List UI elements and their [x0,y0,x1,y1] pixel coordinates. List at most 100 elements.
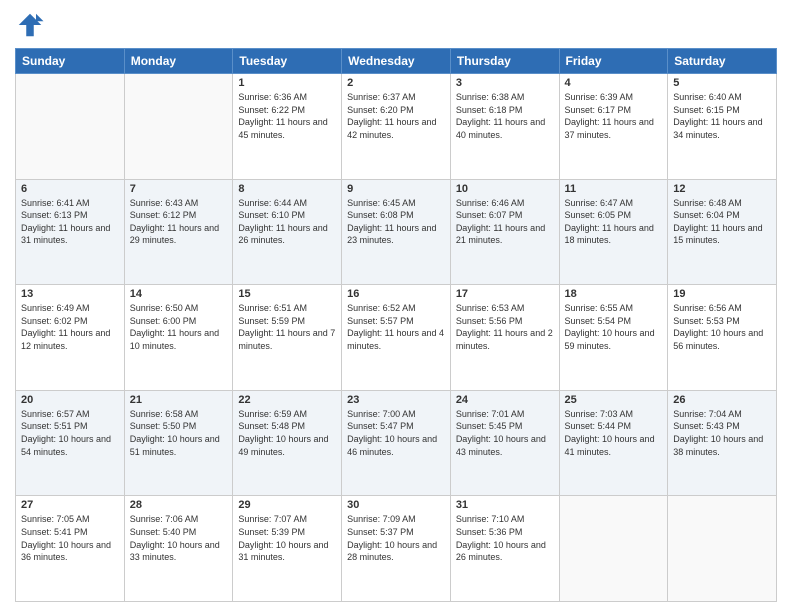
calendar-cell: 25Sunrise: 7:03 AMSunset: 5:44 PMDayligh… [559,390,668,496]
day-info: Sunrise: 7:06 AMSunset: 5:40 PMDaylight:… [130,513,228,563]
day-info: Sunrise: 6:44 AMSunset: 6:10 PMDaylight:… [238,197,336,247]
day-number: 24 [456,394,554,406]
day-info: Sunrise: 7:10 AMSunset: 5:36 PMDaylight:… [456,513,554,563]
day-number: 9 [347,183,445,195]
day-number: 27 [21,499,119,511]
calendar-cell: 10 Sunrise: 6:46 AMSunset: 6:07 PMDayligh… [450,179,559,285]
calendar-cell: 29 Sunrise: 7:07 AMSunset: 5:39 PMDayligh… [233,496,342,602]
day-info: Sunrise: 6:38 AMSunset: 6:18 PMDaylight:… [456,91,554,141]
day-info: Sunrise: 7:04 AMSunset: 5:43 PMDaylight:… [673,408,771,458]
calendar-header-row: SundayMondayTuesdayWednesdayThursdayFrid… [16,49,777,74]
day-info: Sunrise: 6:39 AMSunset: 6:17 PMDaylight:… [565,91,663,141]
day-info: Sunrise: 6:36 AMSunset: 6:22 PMDaylight:… [238,91,336,141]
day-number: 13 [21,288,119,300]
calendar-week-row: 6 Sunrise: 6:41 AMSunset: 6:13 PMDaylight… [16,179,777,285]
calendar-table: SundayMondayTuesdayWednesdayThursdayFrid… [15,48,777,602]
calendar-cell: 28 Sunrise: 7:06 AMSunset: 5:40 PMDayligh… [124,496,233,602]
calendar-cell: 22 Sunrise: 6:59 AMSunset: 5:48 PMDayligh… [233,390,342,496]
day-info: Sunrise: 7:05 AMSunset: 5:41 PMDaylight:… [21,513,119,563]
day-header-friday: Friday [559,49,668,74]
day-header-wednesday: Wednesday [342,49,451,74]
day-info: Sunrise: 6:43 AMSunset: 6:12 PMDaylight:… [130,197,228,247]
calendar-cell: 8 Sunrise: 6:44 AMSunset: 6:10 PMDaylight… [233,179,342,285]
calendar-week-row: 20 Sunrise: 6:57 AMSunset: 5:51 PMDayligh… [16,390,777,496]
calendar-cell: 2 Sunrise: 6:37 AMSunset: 6:20 PMDaylight… [342,74,451,180]
logo [15,10,49,40]
day-number: 28 [130,499,228,511]
day-info: Sunrise: 6:53 AMSunset: 5:56 PMDaylight:… [456,302,554,352]
day-info: Sunrise: 6:47 AMSunset: 6:05 PMDaylight:… [565,197,663,247]
calendar-cell: 5Sunrise: 6:40 AMSunset: 6:15 PMDaylight… [668,74,777,180]
day-number: 30 [347,499,445,511]
calendar-cell: 26 Sunrise: 7:04 AMSunset: 5:43 PMDayligh… [668,390,777,496]
calendar-cell: 9Sunrise: 6:45 AMSunset: 6:08 PMDaylight… [342,179,451,285]
day-number: 11 [565,183,663,195]
calendar-cell: 23 Sunrise: 7:00 AMSunset: 5:47 PMDayligh… [342,390,451,496]
day-number: 1 [238,77,336,89]
day-info: Sunrise: 7:00 AMSunset: 5:47 PMDaylight:… [347,408,445,458]
day-number: 26 [673,394,771,406]
day-info: Sunrise: 6:57 AMSunset: 5:51 PMDaylight:… [21,408,119,458]
header [15,10,777,40]
calendar-cell: 17 Sunrise: 6:53 AMSunset: 5:56 PMDayligh… [450,285,559,391]
day-number: 17 [456,288,554,300]
day-header-tuesday: Tuesday [233,49,342,74]
calendar-week-row: 1 Sunrise: 6:36 AMSunset: 6:22 PMDaylight… [16,74,777,180]
calendar-cell: 18 Sunrise: 6:55 AMSunset: 5:54 PMDayligh… [559,285,668,391]
calendar-cell: 3Sunrise: 6:38 AMSunset: 6:18 PMDaylight… [450,74,559,180]
day-number: 23 [347,394,445,406]
day-info: Sunrise: 6:46 AMSunset: 6:07 PMDaylight:… [456,197,554,247]
day-header-saturday: Saturday [668,49,777,74]
calendar-cell: 7Sunrise: 6:43 AMSunset: 6:12 PMDaylight… [124,179,233,285]
day-info: Sunrise: 6:56 AMSunset: 5:53 PMDaylight:… [673,302,771,352]
day-number: 31 [456,499,554,511]
day-number: 5 [673,77,771,89]
day-number: 14 [130,288,228,300]
day-info: Sunrise: 6:41 AMSunset: 6:13 PMDaylight:… [21,197,119,247]
day-info: Sunrise: 7:01 AMSunset: 5:45 PMDaylight:… [456,408,554,458]
calendar-cell: 4 Sunrise: 6:39 AMSunset: 6:17 PMDaylight… [559,74,668,180]
day-number: 22 [238,394,336,406]
day-number: 19 [673,288,771,300]
day-number: 8 [238,183,336,195]
calendar-cell: 12Sunrise: 6:48 AMSunset: 6:04 PMDayligh… [668,179,777,285]
day-number: 29 [238,499,336,511]
calendar-cell: 19 Sunrise: 6:56 AMSunset: 5:53 PMDayligh… [668,285,777,391]
calendar-cell: 30 Sunrise: 7:09 AMSunset: 5:37 PMDayligh… [342,496,451,602]
day-info: Sunrise: 6:58 AMSunset: 5:50 PMDaylight:… [130,408,228,458]
day-info: Sunrise: 6:59 AMSunset: 5:48 PMDaylight:… [238,408,336,458]
day-info: Sunrise: 6:51 AMSunset: 5:59 PMDaylight:… [238,302,336,352]
day-info: Sunrise: 6:55 AMSunset: 5:54 PMDaylight:… [565,302,663,352]
calendar-cell: 21Sunrise: 6:58 AMSunset: 5:50 PMDayligh… [124,390,233,496]
logo-icon [15,10,45,40]
day-number: 10 [456,183,554,195]
day-info: Sunrise: 7:07 AMSunset: 5:39 PMDaylight:… [238,513,336,563]
day-header-monday: Monday [124,49,233,74]
calendar-cell [124,74,233,180]
calendar-cell: 14 Sunrise: 6:50 AMSunset: 6:00 PMDayligh… [124,285,233,391]
calendar-cell: 15 Sunrise: 6:51 AMSunset: 5:59 PMDayligh… [233,285,342,391]
calendar-cell [559,496,668,602]
calendar-cell: 24 Sunrise: 7:01 AMSunset: 5:45 PMDayligh… [450,390,559,496]
day-number: 15 [238,288,336,300]
day-info: Sunrise: 6:37 AMSunset: 6:20 PMDaylight:… [347,91,445,141]
calendar-cell [16,74,125,180]
day-number: 20 [21,394,119,406]
day-info: Sunrise: 7:09 AMSunset: 5:37 PMDaylight:… [347,513,445,563]
calendar-cell: 6 Sunrise: 6:41 AMSunset: 6:13 PMDaylight… [16,179,125,285]
day-info: Sunrise: 7:03 AMSunset: 5:44 PMDaylight:… [565,408,663,458]
day-info: Sunrise: 6:50 AMSunset: 6:00 PMDaylight:… [130,302,228,352]
calendar-cell: 13 Sunrise: 6:49 AMSunset: 6:02 PMDayligh… [16,285,125,391]
day-header-sunday: Sunday [16,49,125,74]
day-number: 6 [21,183,119,195]
day-number: 4 [565,77,663,89]
day-number: 18 [565,288,663,300]
day-number: 2 [347,77,445,89]
calendar-cell: 16Sunrise: 6:52 AMSunset: 5:57 PMDayligh… [342,285,451,391]
calendar-cell [668,496,777,602]
day-number: 12 [673,183,771,195]
calendar-cell: 11 Sunrise: 6:47 AMSunset: 6:05 PMDayligh… [559,179,668,285]
calendar-cell: 1 Sunrise: 6:36 AMSunset: 6:22 PMDaylight… [233,74,342,180]
calendar-week-row: 13 Sunrise: 6:49 AMSunset: 6:02 PMDayligh… [16,285,777,391]
day-info: Sunrise: 6:49 AMSunset: 6:02 PMDaylight:… [21,302,119,352]
